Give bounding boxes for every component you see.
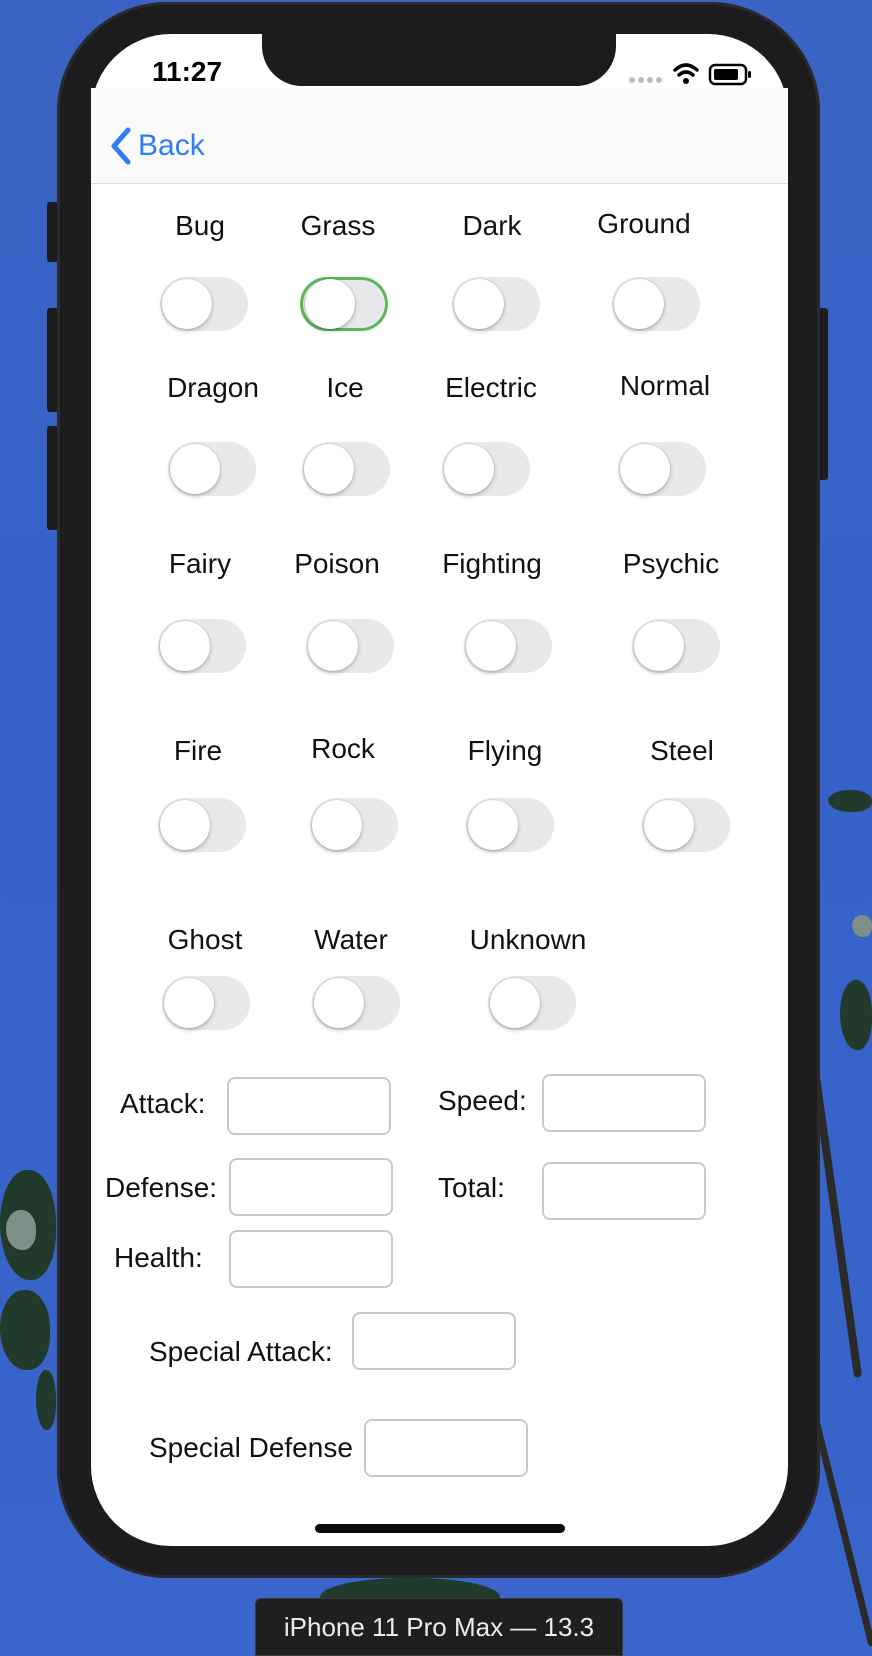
background-leaf [6, 1210, 36, 1250]
status-time: 11:27 [152, 56, 223, 87]
toggle-fire[interactable] [158, 798, 246, 852]
special-defense-input[interactable] [364, 1419, 528, 1477]
type-label-dark: Dark [462, 210, 522, 241]
toggle-knob [444, 444, 494, 494]
toggle-knob [614, 279, 664, 329]
toggle-knob [164, 978, 214, 1028]
back-button[interactable]: Back [108, 124, 205, 168]
background-leaf [828, 790, 872, 812]
special-defense-label: Special Defense [149, 1432, 353, 1463]
toggle-bug[interactable] [160, 277, 248, 331]
toggle-normal[interactable] [618, 442, 706, 496]
type-label-ice: Ice [326, 372, 364, 403]
total-input[interactable] [542, 1162, 706, 1220]
defense-input[interactable] [229, 1158, 393, 1216]
toggle-psychic[interactable] [632, 619, 720, 673]
type-label-ghost: Ghost [167, 924, 243, 955]
toggle-knob [644, 800, 694, 850]
toggle-knob [466, 621, 516, 671]
toggle-knob [620, 444, 670, 494]
attack-input[interactable] [227, 1077, 391, 1135]
toggle-knob [160, 621, 210, 671]
type-label-flying: Flying [467, 735, 543, 766]
toggle-ground[interactable] [612, 277, 700, 331]
special-attack-input[interactable] [352, 1312, 516, 1370]
toggle-unknown[interactable] [488, 976, 576, 1030]
home-indicator [315, 1524, 565, 1533]
wifi-icon [673, 63, 699, 84]
toggle-knob [304, 444, 354, 494]
type-label-bug: Bug [175, 210, 225, 241]
toggle-knob [312, 800, 362, 850]
total-label: Total: [438, 1172, 505, 1203]
status-icons [628, 58, 754, 88]
health-input[interactable] [229, 1230, 393, 1288]
type-label-unknown: Unknown [469, 924, 587, 955]
toggle-knob [170, 444, 220, 494]
type-label-psychic: Psychic [622, 548, 720, 579]
simulator-device-label: iPhone 11 Pro Max — 13.3 [255, 1598, 623, 1656]
type-label-steel: Steel [650, 735, 714, 766]
toggle-grass[interactable] [300, 277, 388, 331]
back-label: Back [138, 129, 205, 162]
toggle-fairy[interactable] [158, 619, 246, 673]
toggle-steel[interactable] [642, 798, 730, 852]
type-label-ground: Ground [597, 208, 691, 239]
toggle-knob [468, 800, 518, 850]
toggle-ice[interactable] [302, 442, 390, 496]
toggle-rock[interactable] [310, 798, 398, 852]
type-label-rock: Rock [311, 733, 375, 764]
toggle-dark[interactable] [452, 277, 540, 331]
toggle-knob [308, 621, 358, 671]
attack-label: Attack: [120, 1088, 206, 1119]
toggle-fighting[interactable] [464, 619, 552, 673]
type-label-dragon: Dragon [167, 372, 259, 403]
toggle-knob [454, 279, 504, 329]
background-leaf [840, 980, 872, 1050]
toggle-water[interactable] [312, 976, 400, 1030]
background-leaf [36, 1370, 56, 1430]
speed-input[interactable] [542, 1074, 706, 1132]
toggle-knob [314, 978, 364, 1028]
type-label-fire: Fire [173, 735, 223, 766]
toggle-electric[interactable] [442, 442, 530, 496]
type-label-electric: Electric [445, 372, 537, 403]
chevron-left-icon [111, 127, 131, 165]
background-leaf [0, 1290, 50, 1370]
toggle-knob [162, 279, 212, 329]
type-label-fighting: Fighting [442, 548, 542, 579]
type-label-grass: Grass [300, 210, 376, 241]
toggle-flying[interactable] [466, 798, 554, 852]
special-attack-label: Special Attack: [149, 1336, 333, 1367]
toggle-knob [305, 279, 355, 329]
toggle-ghost[interactable] [162, 976, 250, 1030]
notch [262, 34, 616, 86]
type-label-poison: Poison [294, 548, 380, 579]
background-leaf [852, 915, 872, 937]
toggle-knob [160, 800, 210, 850]
toggle-dragon[interactable] [168, 442, 256, 496]
health-label: Health: [114, 1242, 203, 1273]
speed-label: Speed: [438, 1085, 527, 1116]
toggle-poison[interactable] [306, 619, 394, 673]
cellular-signal-icon [629, 77, 662, 83]
type-label-normal: Normal [619, 370, 711, 401]
toggle-knob [490, 978, 540, 1028]
type-label-fairy: Fairy [168, 548, 232, 579]
battery-icon [708, 63, 751, 86]
defense-label: Defense: [105, 1172, 218, 1203]
toggle-knob [634, 621, 684, 671]
type-label-water: Water [314, 924, 388, 955]
